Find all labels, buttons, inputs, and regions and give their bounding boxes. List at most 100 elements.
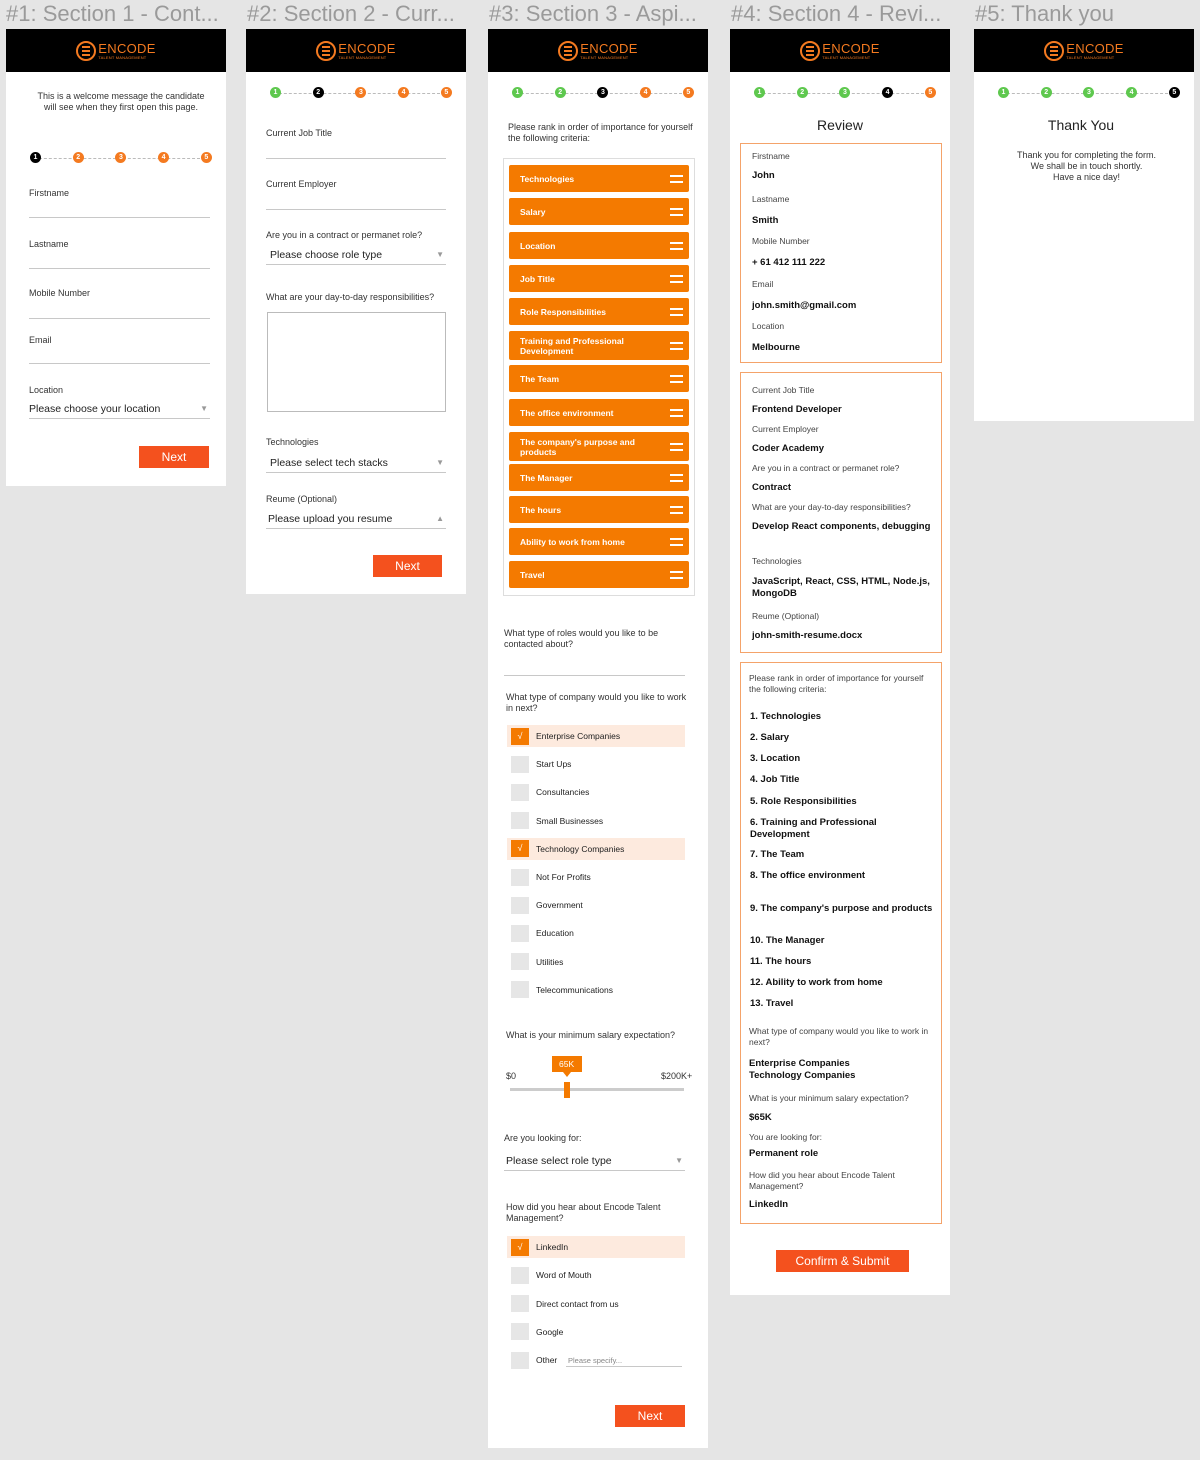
drag-handle-icon[interactable] — [670, 374, 683, 383]
next-button[interactable]: Next — [615, 1405, 685, 1427]
rank-item[interactable]: Role Responsibilities — [509, 298, 689, 325]
checkbox-icon[interactable]: √ — [511, 840, 529, 858]
checkbox-option[interactable]: √ Enterprise Companies — [507, 725, 685, 747]
step-1[interactable]: 1 — [998, 87, 1009, 98]
salary-slider-thumb[interactable] — [563, 1082, 570, 1098]
rank-item[interactable]: The company's purpose and products — [509, 432, 689, 461]
checkbox-option[interactable]: Google — [507, 1321, 685, 1343]
technologies-select[interactable]: Please select tech stacks ▼ — [266, 455, 446, 473]
resume-upload[interactable]: Please upload you resume ▲ — [266, 511, 446, 529]
step-3[interactable]: 3 — [115, 152, 127, 163]
checkbox-icon[interactable] — [511, 812, 529, 830]
checkbox-option[interactable]: Utilities — [507, 951, 685, 973]
next-button[interactable]: Next — [373, 555, 442, 577]
checkbox-option[interactable]: Small Businesses — [507, 810, 685, 832]
step-5[interactable]: 5 — [1168, 87, 1180, 98]
checkbox-icon[interactable] — [511, 1295, 529, 1313]
salary-slider[interactable] — [510, 1088, 684, 1091]
checkbox-option[interactable]: Direct contact from us — [507, 1293, 685, 1315]
drag-handle-icon[interactable] — [670, 274, 683, 283]
step-3[interactable]: 3 — [1083, 87, 1095, 98]
rank-item[interactable]: Travel — [509, 561, 689, 588]
role-type-select[interactable]: Please choose role type ▼ — [266, 247, 446, 265]
drag-handle-icon[interactable] — [670, 442, 683, 451]
checkbox-option[interactable]: Word of Mouth — [507, 1264, 685, 1286]
step-3[interactable]: 3 — [355, 87, 367, 98]
other-specify-field[interactable] — [566, 1366, 682, 1367]
step-1[interactable]: 1 — [270, 87, 281, 98]
drag-handle-icon[interactable] — [670, 473, 683, 482]
confirm-submit-button[interactable]: Confirm & Submit — [776, 1250, 909, 1272]
employer-field[interactable] — [266, 209, 446, 210]
responsibilities-textarea[interactable] — [267, 312, 446, 412]
step-3[interactable]: 3 — [839, 87, 851, 98]
rank-item[interactable]: Job Title — [509, 265, 689, 292]
step-3[interactable]: 3 — [597, 87, 609, 98]
step-4[interactable]: 4 — [1126, 87, 1138, 98]
checkbox-icon[interactable] — [511, 953, 529, 971]
step-1[interactable]: 1 — [754, 87, 765, 98]
rank-item[interactable]: The hours — [509, 496, 689, 523]
job-title-field[interactable] — [266, 158, 446, 159]
drag-handle-icon[interactable] — [670, 408, 683, 417]
checkbox-option[interactable]: Start Ups — [507, 753, 685, 775]
checkbox-icon[interactable]: √ — [511, 727, 529, 745]
step-4[interactable]: 4 — [640, 87, 652, 98]
checkbox-icon[interactable] — [511, 924, 529, 942]
drag-handle-icon[interactable] — [670, 537, 683, 546]
checkbox-option[interactable]: Consultancies — [507, 781, 685, 803]
rank-item[interactable]: Technologies — [509, 165, 689, 192]
checkbox-option[interactable]: Education — [507, 922, 685, 944]
checkbox-icon[interactable] — [511, 1266, 529, 1284]
drag-handle-icon[interactable] — [670, 570, 683, 579]
step-4[interactable]: 4 — [882, 87, 894, 98]
checkbox-icon[interactable] — [511, 783, 529, 801]
rank-item[interactable]: Salary — [509, 198, 689, 225]
firstname-field[interactable] — [29, 217, 210, 218]
mobile-field[interactable] — [29, 318, 210, 319]
rank-item[interactable]: Location — [509, 232, 689, 259]
step-2[interactable]: 2 — [72, 152, 84, 163]
drag-handle-icon[interactable] — [670, 174, 683, 183]
step-5[interactable]: 5 — [200, 152, 212, 163]
rank-item[interactable]: The Manager — [509, 464, 689, 491]
drag-handle-icon[interactable] — [670, 341, 683, 350]
rank-item[interactable]: Ability to work from home — [509, 528, 689, 555]
roles-field[interactable] — [504, 675, 685, 676]
rank-item[interactable]: The office environment — [509, 399, 689, 426]
drag-handle-icon[interactable] — [670, 307, 683, 316]
lastname-field[interactable] — [29, 268, 210, 269]
checkbox-option[interactable]: √ Technology Companies — [507, 837, 685, 860]
next-button[interactable]: Next — [139, 446, 209, 468]
checkbox-icon[interactable] — [511, 1323, 529, 1341]
checkbox-icon[interactable] — [511, 868, 529, 886]
step-5[interactable]: 5 — [682, 87, 694, 98]
rank-item[interactable]: The Team — [509, 365, 689, 392]
drag-handle-icon[interactable] — [670, 505, 683, 514]
checkbox-option[interactable]: √ LinkedIn — [507, 1236, 685, 1258]
location-select[interactable]: Please choose your location ▼ — [29, 401, 210, 419]
step-5[interactable]: 5 — [924, 87, 936, 98]
checkbox-option[interactable]: Not For Profits — [507, 866, 685, 888]
step-2[interactable]: 2 — [796, 87, 808, 98]
step-1[interactable]: 1 — [30, 152, 41, 163]
step-1[interactable]: 1 — [512, 87, 523, 98]
step-2[interactable]: 2 — [312, 87, 324, 98]
step-4[interactable]: 4 — [158, 152, 170, 163]
email-field[interactable] — [29, 363, 210, 364]
checkbox-icon[interactable] — [511, 1351, 529, 1369]
step-4[interactable]: 4 — [398, 87, 410, 98]
checkbox-icon[interactable] — [511, 981, 529, 999]
checkbox-icon[interactable] — [511, 755, 529, 773]
checkbox-icon[interactable]: √ — [511, 1238, 529, 1256]
drag-handle-icon[interactable] — [670, 207, 683, 216]
step-2[interactable]: 2 — [1040, 87, 1052, 98]
checkbox-icon[interactable] — [511, 896, 529, 914]
checkbox-option[interactable]: Telecommunications — [507, 979, 685, 1001]
step-5[interactable]: 5 — [440, 87, 452, 98]
drag-handle-icon[interactable] — [670, 241, 683, 250]
looking-select[interactable]: Please select role type ▼ — [504, 1153, 685, 1171]
rank-item[interactable]: Training and Professional Development — [509, 331, 689, 360]
checkbox-option[interactable]: Government — [507, 894, 685, 916]
step-2[interactable]: 2 — [554, 87, 566, 98]
